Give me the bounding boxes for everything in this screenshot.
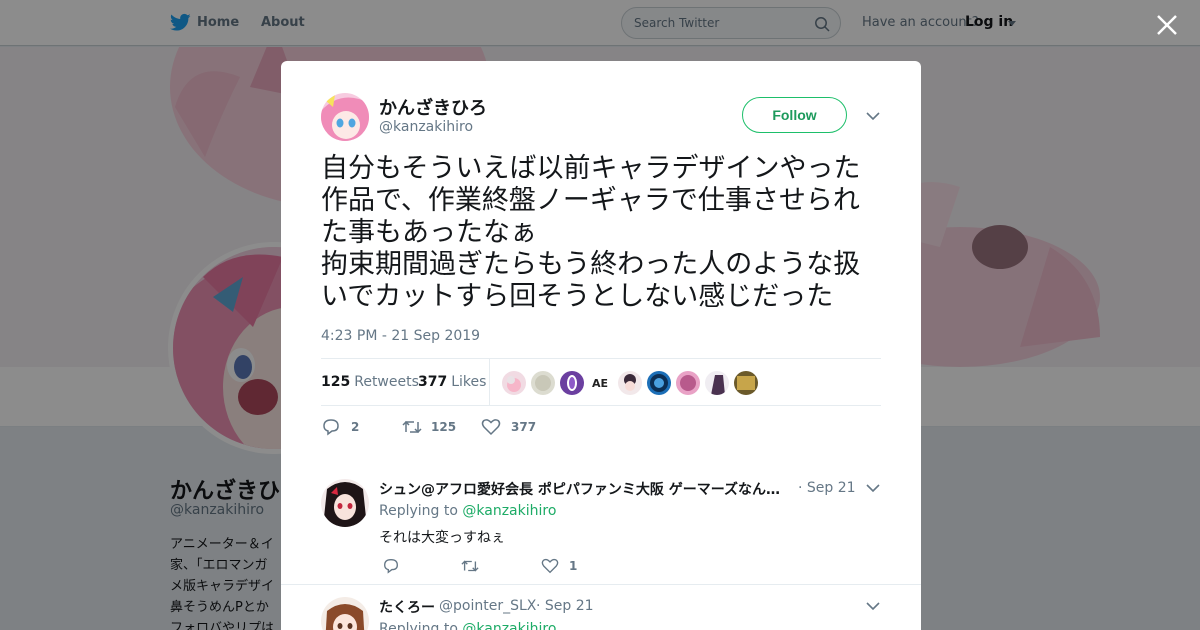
tweet-timestamp[interactable]: 4:23 PM - 21 Sep 2019 — [321, 328, 480, 344]
retweet-icon[interactable] — [460, 557, 480, 575]
reply-avatar[interactable] — [321, 479, 369, 527]
reply-handle[interactable]: @pointer_SLX — [439, 598, 536, 614]
retweet-label: Retweets — [354, 374, 419, 390]
reply-date[interactable]: · Sep 21 — [798, 480, 856, 496]
retweet-stat[interactable]: 125 Retweets — [321, 374, 419, 390]
close-icon[interactable] — [1154, 12, 1180, 38]
reply-item[interactable]: シュン@アフロ愛好会長 ポピパファンミ大阪 ゲーマーズなん… · Sep 21 … — [281, 479, 921, 584]
replying-to: Replying to @kanzakihiro — [379, 503, 556, 519]
chevron-down-icon[interactable] — [866, 111, 880, 121]
heart-icon[interactable] — [541, 557, 559, 575]
reply-author-name[interactable]: シュン@アフロ愛好会長 ポピパファンミ大阪 ゲーマーズなん… — [379, 479, 789, 499]
author-avatar[interactable] — [321, 93, 369, 141]
replying-to-link[interactable]: @kanzakihiro — [462, 621, 556, 630]
tweet-stats: 125 Retweets 377 Likes AE — [321, 358, 881, 406]
tweet-text: 自分もそういえば以前キャラデザインやった作品で、作業終盤ノーギャラで仕事させられ… — [321, 153, 861, 312]
tweet-actions: 2 125 377 — [321, 417, 881, 437]
like-count: 377 — [418, 374, 448, 390]
like-stat[interactable]: 377 Likes — [418, 374, 486, 390]
reply-count: 2 — [351, 420, 360, 434]
replying-prefix: Replying to — [379, 621, 458, 630]
tweet-modal: かんざきひろ @kanzakihiro Follow 自分もそういえば以前キャラ… — [281, 61, 921, 630]
like-label: Likes — [451, 374, 487, 390]
author-name[interactable]: かんざきひろ — [379, 94, 487, 120]
retweet-icon[interactable] — [401, 417, 423, 437]
stats-divider — [489, 359, 490, 406]
svg-text:AE: AE — [592, 377, 608, 390]
liker-avatar[interactable] — [734, 371, 758, 395]
retweet-count: 125 — [321, 374, 351, 390]
reply-text: それは大変っすねぇ — [379, 530, 505, 546]
chevron-down-icon[interactable] — [866, 601, 880, 611]
liker-avatar[interactable] — [676, 371, 700, 395]
replying-to: Replying to @kanzakihiro — [379, 621, 556, 630]
liker-avatar[interactable] — [502, 371, 526, 395]
reply-item[interactable]: たくろー @pointer_SLX · Sep 21 Replying to @… — [281, 597, 921, 630]
follow-button[interactable]: Follow — [742, 97, 847, 133]
chevron-down-icon[interactable] — [866, 483, 880, 493]
author-handle[interactable]: @kanzakihiro — [379, 119, 473, 135]
liker-avatar[interactable] — [647, 371, 671, 395]
reply-like-count: 1 — [569, 559, 578, 573]
liker-avatar[interactable] — [531, 371, 555, 395]
reply-author-name[interactable]: たくろー — [379, 597, 435, 617]
replying-prefix: Replying to — [379, 503, 458, 519]
like-action-count: 377 — [511, 420, 537, 434]
heart-icon[interactable] — [481, 417, 501, 437]
reply-date[interactable]: · Sep 21 — [536, 598, 594, 614]
reply-avatar[interactable] — [321, 597, 369, 630]
liker-avatar[interactable] — [618, 371, 642, 395]
reply-icon[interactable] — [321, 417, 341, 437]
liker-avatar[interactable]: AE — [589, 371, 613, 395]
liker-avatar[interactable] — [705, 371, 729, 395]
reply-divider — [281, 584, 921, 585]
retweet-action-count: 125 — [431, 420, 457, 434]
liker-avatar[interactable] — [560, 371, 584, 395]
replying-to-link[interactable]: @kanzakihiro — [462, 503, 556, 519]
reply-icon[interactable] — [382, 557, 400, 575]
